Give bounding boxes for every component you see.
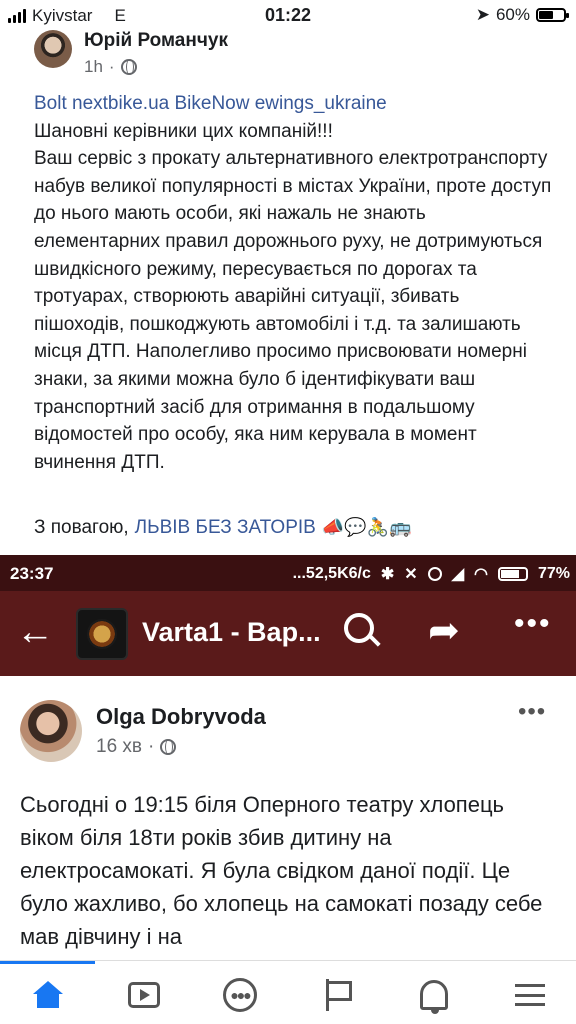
- tab-notifications[interactable]: [414, 975, 454, 1015]
- battery-percent: 60%: [495, 5, 530, 24]
- mute-icon: ✕: [404, 566, 418, 583]
- post-body-text: Сьогодні о 19:15 біля Оперного театру хл…: [20, 792, 543, 949]
- active-tab-indicator: [0, 961, 95, 964]
- battery-percent: 77%: [537, 565, 570, 582]
- more-options-icon[interactable]: •••: [514, 607, 552, 641]
- tab-groups[interactable]: ●●●: [220, 975, 260, 1015]
- post-2: Olga Dobryvoda 16 хв · ••• Сьогодні о 19…: [0, 676, 576, 960]
- share-icon[interactable]: ➦: [428, 611, 460, 651]
- search-icon[interactable]: [344, 613, 374, 643]
- back-arrow-icon[interactable]: ←: [16, 613, 54, 651]
- status-right: ➤ 60%: [475, 5, 569, 25]
- meta-separator: ·: [108, 57, 115, 76]
- alarm-icon: [427, 567, 442, 581]
- location-arrow-icon: ➤: [475, 5, 490, 24]
- network-speed: ...52,5K6/c: [292, 565, 371, 582]
- post-author[interactable]: Юрій Романчук: [84, 30, 228, 52]
- post-meta: 16 хв ·: [96, 736, 177, 758]
- video-icon: [128, 982, 160, 1008]
- bottom-tab-bar: ●●●: [0, 960, 576, 1024]
- page-logo[interactable]: [76, 608, 128, 660]
- wifi-icon: ◠: [474, 566, 488, 583]
- signature-prefix: З повагою,: [34, 517, 129, 538]
- post-tags[interactable]: Bolt nextbike.ua BikeNow ewings_ukraine: [34, 93, 387, 114]
- tab-pages[interactable]: [318, 975, 358, 1015]
- globe-icon: [120, 59, 137, 75]
- android-status-bar: 23:37 ...52,5K6/c ✱ ✕ ◢ ◠ 77%: [0, 555, 576, 591]
- globe-icon: [160, 739, 177, 755]
- post-body: Bolt nextbike.ua BikeNow ewings_ukraine …: [34, 90, 554, 476]
- post-time[interactable]: 16 хв: [96, 736, 142, 758]
- tab-watch[interactable]: [124, 975, 164, 1015]
- avatar[interactable]: [34, 30, 72, 68]
- post-options-icon[interactable]: •••: [518, 698, 546, 726]
- android-time: 23:37: [10, 564, 54, 583]
- chat-title[interactable]: Varta1 - Вар...: [142, 617, 321, 648]
- home-icon: [33, 981, 63, 1009]
- post-author[interactable]: Olga Dobryvoda: [96, 704, 266, 730]
- tab-menu[interactable]: [510, 975, 550, 1015]
- flag-icon: [324, 979, 352, 1011]
- bell-icon: [420, 980, 448, 1014]
- logo-emblem-icon: [87, 619, 117, 649]
- post-time[interactable]: 1h: [84, 57, 103, 77]
- emoji-group: 📣💬🚴🚌: [321, 517, 412, 537]
- groups-icon: ●●●: [223, 978, 257, 1012]
- avatar[interactable]: [20, 700, 82, 762]
- chat-app-bar: ← Varta1 - Вар... ➦ •••: [0, 591, 576, 676]
- bluetooth-icon: ✱: [380, 566, 395, 583]
- meta-separator: ·: [148, 736, 155, 757]
- battery-icon: [536, 8, 569, 22]
- ios-status-bar: Kyivstar E 01:22 ➤ 60%: [0, 0, 576, 30]
- battery-icon: [497, 567, 528, 581]
- post-body-text: Шановні керівники цих компаній!!! Ваш се…: [34, 120, 552, 473]
- post-meta: 1h ·: [84, 57, 137, 77]
- post-signature: З повагою, ЛЬВІВ БЕЗ ЗАТОРІВ 📣💬🚴🚌: [34, 514, 411, 541]
- signal-icon: ◢: [451, 566, 464, 583]
- menu-icon: [515, 984, 545, 1006]
- android-status-right: ...52,5K6/c ✱ ✕ ◢ ◠ 77%: [293, 564, 570, 584]
- tab-home[interactable]: [28, 975, 68, 1015]
- signature-link[interactable]: ЛЬВІВ БЕЗ ЗАТОРІВ: [135, 514, 316, 541]
